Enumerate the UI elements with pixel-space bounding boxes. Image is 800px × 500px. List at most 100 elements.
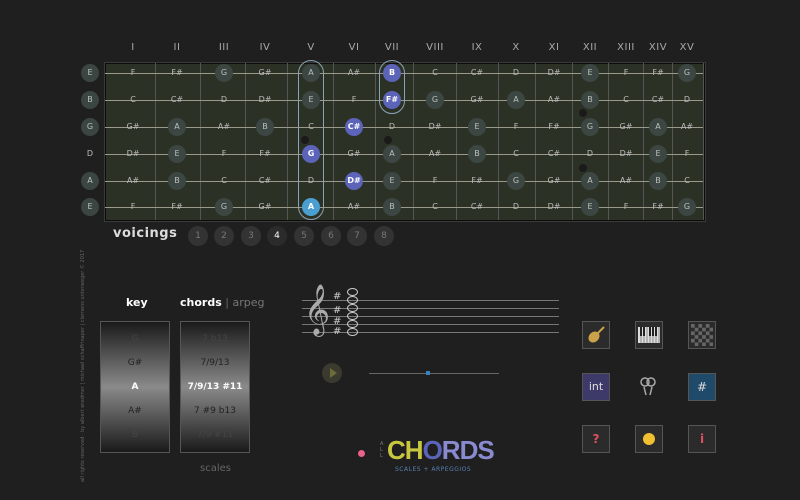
fret-note[interactable]: F# (649, 198, 667, 216)
fret-note[interactable]: G (507, 172, 525, 190)
wheel-item[interactable]: A (101, 382, 169, 392)
sharp-button[interactable]: # (688, 373, 716, 401)
fret-note[interactable]: D (383, 118, 401, 136)
fret-note[interactable]: A (168, 118, 186, 136)
fret-note[interactable]: A# (215, 118, 233, 136)
chords-wheel[interactable]: 7 b13 7/9/13 7/9/13 #11 7 #9 b13 7/9 #11 (180, 321, 250, 453)
fret-note[interactable]: F# (383, 91, 401, 109)
wheel-item[interactable]: G (101, 334, 169, 344)
fret-note[interactable]: D# (426, 118, 444, 136)
fret-note[interactable]: D# (256, 91, 274, 109)
chords-tab[interactable]: chords | arpeg (180, 296, 264, 309)
wheel-item[interactable]: B (101, 430, 169, 440)
voicing-button-6[interactable]: 6 (321, 226, 341, 246)
fret-note[interactable]: A# (617, 172, 635, 190)
wheel-item[interactable]: 7/9/13 #11 (181, 382, 249, 392)
fret-note[interactable]: C (426, 64, 444, 82)
fret-note[interactable]: G (678, 198, 696, 216)
chords-title[interactable]: chords (180, 296, 222, 309)
fret-note[interactable]: E (581, 64, 599, 82)
scales-link[interactable]: scales (200, 463, 231, 474)
fret-note[interactable]: C# (468, 198, 486, 216)
fret-note[interactable]: G (581, 118, 599, 136)
fret-note[interactable]: A (507, 91, 525, 109)
fret-note[interactable]: B (168, 172, 186, 190)
fret-note[interactable]: F# (545, 118, 563, 136)
fret-note[interactable]: A# (124, 172, 142, 190)
voicing-button-2[interactable]: 2 (214, 226, 234, 246)
slider-thumb[interactable] (425, 371, 430, 375)
play-button[interactable] (322, 363, 342, 383)
fret-note[interactable]: G# (468, 91, 486, 109)
fret-note[interactable]: F (215, 145, 233, 163)
color-button[interactable] (635, 425, 663, 453)
fret-note[interactable]: G (302, 145, 320, 163)
fret-note[interactable]: C# (168, 91, 186, 109)
fret-note[interactable]: F# (168, 64, 186, 82)
fret-note[interactable]: F# (649, 64, 667, 82)
voicing-button-7[interactable]: 7 (347, 226, 367, 246)
open-string-note[interactable]: G (81, 118, 99, 136)
piano-icon[interactable] (635, 321, 663, 349)
fret-note[interactable]: F (426, 172, 444, 190)
fret-note[interactable]: G# (345, 145, 363, 163)
fret-note[interactable]: D (507, 198, 525, 216)
fret-note[interactable]: A# (545, 91, 563, 109)
interval-button[interactable]: int (582, 373, 610, 401)
wheel-item[interactable]: 7/9/13 (181, 358, 249, 368)
arpeg-tab[interactable]: arpeg (232, 296, 264, 309)
fret-note[interactable]: C (215, 172, 233, 190)
fret-note[interactable]: G (678, 64, 696, 82)
fret-note[interactable]: E (468, 118, 486, 136)
fret-note[interactable]: D# (545, 198, 563, 216)
fret-note[interactable]: C# (345, 118, 363, 136)
fret-note[interactable]: E (581, 198, 599, 216)
key-wheel[interactable]: G G# A A# B (100, 321, 170, 453)
guitar-icon[interactable] (582, 321, 610, 349)
fret-note[interactable]: A (649, 118, 667, 136)
fret-note[interactable]: C (302, 118, 320, 136)
wheel-item[interactable]: 7/9 #11 (181, 430, 249, 440)
fret-note[interactable]: B (581, 91, 599, 109)
fret-note[interactable]: E (383, 172, 401, 190)
voicing-button-1[interactable]: 1 (188, 226, 208, 246)
wheel-item[interactable]: 7 b13 (181, 334, 249, 344)
fret-note[interactable]: C# (545, 145, 563, 163)
fret-note[interactable]: C# (649, 91, 667, 109)
fret-note[interactable]: G# (124, 118, 142, 136)
fret-note[interactable]: C (507, 145, 525, 163)
fretboard[interactable] (105, 63, 705, 221)
open-string-note[interactable]: E (81, 64, 99, 82)
fret-note[interactable]: C (426, 198, 444, 216)
help-button[interactable]: ? (582, 425, 610, 453)
open-string-note[interactable]: B (81, 91, 99, 109)
fret-note[interactable]: F (617, 198, 635, 216)
fret-note[interactable]: F# (468, 172, 486, 190)
fret-note[interactable]: D# (545, 64, 563, 82)
wheel-item[interactable]: A# (101, 406, 169, 416)
info-button[interactable]: i (688, 425, 716, 453)
fret-note[interactable]: A (581, 172, 599, 190)
fret-note[interactable]: A# (678, 118, 696, 136)
fret-note[interactable]: F# (168, 198, 186, 216)
fret-note[interactable]: A# (345, 198, 363, 216)
tempo-slider[interactable] (369, 371, 499, 375)
fret-note[interactable]: G# (256, 198, 274, 216)
fret-note[interactable]: G (215, 64, 233, 82)
fret-note[interactable]: G (426, 91, 444, 109)
fret-note[interactable]: F (617, 64, 635, 82)
fret-note[interactable]: C# (468, 64, 486, 82)
fret-note[interactable]: D (507, 64, 525, 82)
fret-note[interactable]: E (302, 91, 320, 109)
finger-icon[interactable] (635, 373, 661, 399)
fret-note[interactable]: E (168, 145, 186, 163)
fret-note[interactable]: G (215, 198, 233, 216)
open-string-note[interactable]: D (81, 145, 99, 163)
fret-note[interactable]: D# (617, 145, 635, 163)
wheel-item[interactable]: 7 #9 b13 (181, 406, 249, 416)
fret-note[interactable]: G# (617, 118, 635, 136)
fret-note[interactable]: F (345, 91, 363, 109)
fret-note[interactable]: B (383, 198, 401, 216)
fret-note[interactable]: D (302, 172, 320, 190)
fret-note[interactable]: C (617, 91, 635, 109)
